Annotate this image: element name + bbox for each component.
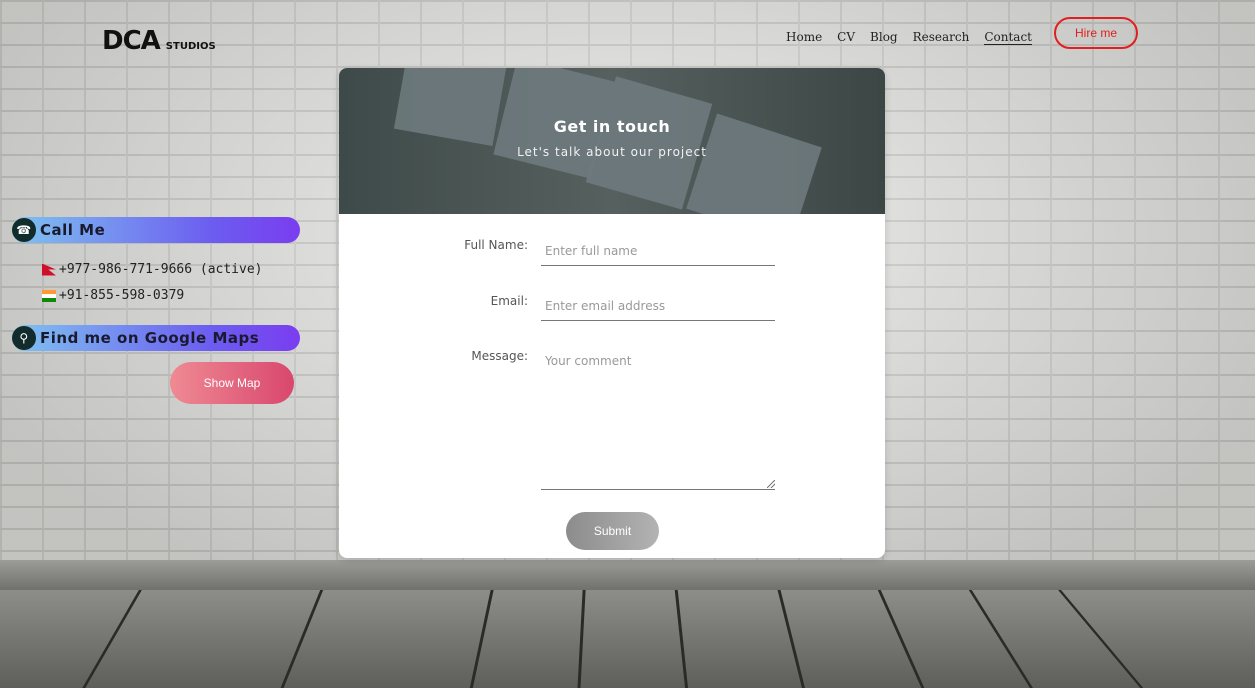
india-flag-icon (42, 289, 56, 302)
nav-cv[interactable]: CV (837, 30, 855, 45)
contact-hero-banner: Get in touch Let's talk about our projec… (339, 68, 885, 214)
form-title: Get in touch (553, 117, 671, 136)
contact-card: Get in touch Let's talk about our projec… (339, 68, 885, 558)
phone-india[interactable]: +91-855-598-0379 (42, 288, 184, 303)
full-name-label: Full Name: (464, 238, 528, 252)
baseboard (0, 560, 1255, 592)
phone-nepal-number: +977-986-771-9666 (active) (59, 262, 263, 277)
phone-nepal[interactable]: +977-986-771-9666 (active) (42, 262, 263, 277)
message-textarea[interactable] (541, 350, 775, 490)
form-subtitle: Let's talk about our project (517, 145, 707, 159)
phone-icon: ☎ (12, 218, 36, 242)
logo-mark: DCA (102, 26, 161, 56)
wooden-floor (0, 590, 1255, 688)
submit-button[interactable]: Submit (566, 512, 659, 550)
full-name-input[interactable] (541, 236, 775, 266)
nav-contact[interactable]: Contact (984, 30, 1032, 45)
nav-research[interactable]: Research (913, 30, 970, 45)
nav-blog[interactable]: Blog (870, 30, 898, 45)
call-me-heading: ☎ Call Me (12, 217, 300, 243)
call-me-label: Call Me (40, 221, 106, 239)
message-label: Message: (471, 349, 528, 363)
phone-india-number: +91-855-598-0379 (59, 288, 185, 303)
logo-subtext: STUDIOS (165, 41, 216, 52)
location-pin-icon: ⚲ (12, 326, 36, 350)
email-label: Email: (490, 294, 528, 308)
site-logo[interactable]: DCA STUDIOS (102, 26, 216, 56)
nepal-flag-icon (42, 263, 56, 276)
email-input[interactable] (541, 291, 775, 321)
nav-home[interactable]: Home (786, 30, 822, 45)
resize-grip-icon[interactable] (767, 480, 775, 488)
show-map-button[interactable]: Show Map (170, 362, 294, 404)
main-nav: Home CV Blog Research Contact (786, 30, 1032, 45)
google-maps-label: Find me on Google Maps (40, 329, 260, 347)
hire-me-button[interactable]: Hire me (1054, 17, 1138, 49)
google-maps-heading: ⚲ Find me on Google Maps (12, 325, 300, 351)
